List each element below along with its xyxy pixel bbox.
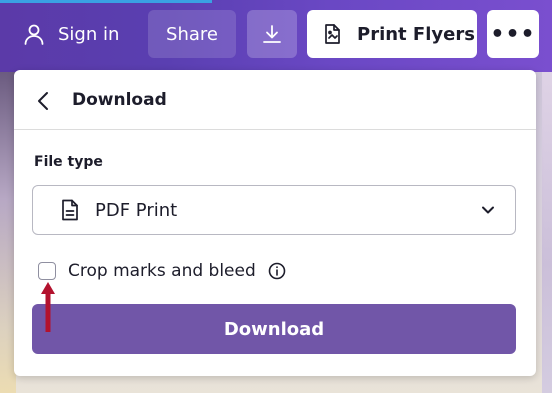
file-type-label: File type — [34, 154, 103, 170]
more-dots-icon: ••• — [490, 21, 536, 47]
chevron-down-icon — [481, 203, 495, 217]
panel-header: Download — [14, 70, 536, 130]
back-chevron-icon[interactable] — [36, 90, 50, 112]
file-type-value: PDF Print — [95, 199, 178, 221]
download-toolbar-button[interactable] — [247, 10, 297, 58]
file-type-select[interactable]: PDF Print — [32, 185, 516, 235]
share-label: Share — [166, 23, 218, 45]
background-right — [542, 70, 552, 393]
download-panel: Download File type PDF Print Crop marks … — [14, 70, 536, 376]
crop-marks-label: Crop marks and bleed — [68, 261, 256, 281]
crop-marks-checkbox[interactable] — [38, 262, 56, 280]
download-button-label: Download — [223, 318, 325, 340]
print-flyers-label: Print Flyers — [357, 23, 475, 45]
share-button[interactable]: Share — [148, 10, 236, 58]
annotation-arrow-icon — [38, 280, 58, 334]
document-icon — [61, 199, 79, 221]
more-options-button[interactable]: ••• — [487, 10, 539, 58]
download-icon — [261, 23, 283, 45]
crop-marks-row: Crop marks and bleed — [38, 259, 286, 283]
print-flyers-button[interactable]: Print Flyers — [307, 10, 477, 58]
sign-in-button[interactable]: Sign in — [12, 10, 132, 58]
user-icon — [22, 22, 46, 46]
download-button[interactable]: Download — [32, 304, 516, 354]
print-document-icon — [321, 23, 343, 45]
toolbar-accent-strip — [0, 0, 212, 3]
sign-in-label: Sign in — [58, 23, 120, 45]
info-icon[interactable] — [268, 262, 286, 280]
top-toolbar: Sign in Share Print Flyers ••• — [0, 0, 552, 72]
panel-title: Download — [72, 90, 167, 110]
